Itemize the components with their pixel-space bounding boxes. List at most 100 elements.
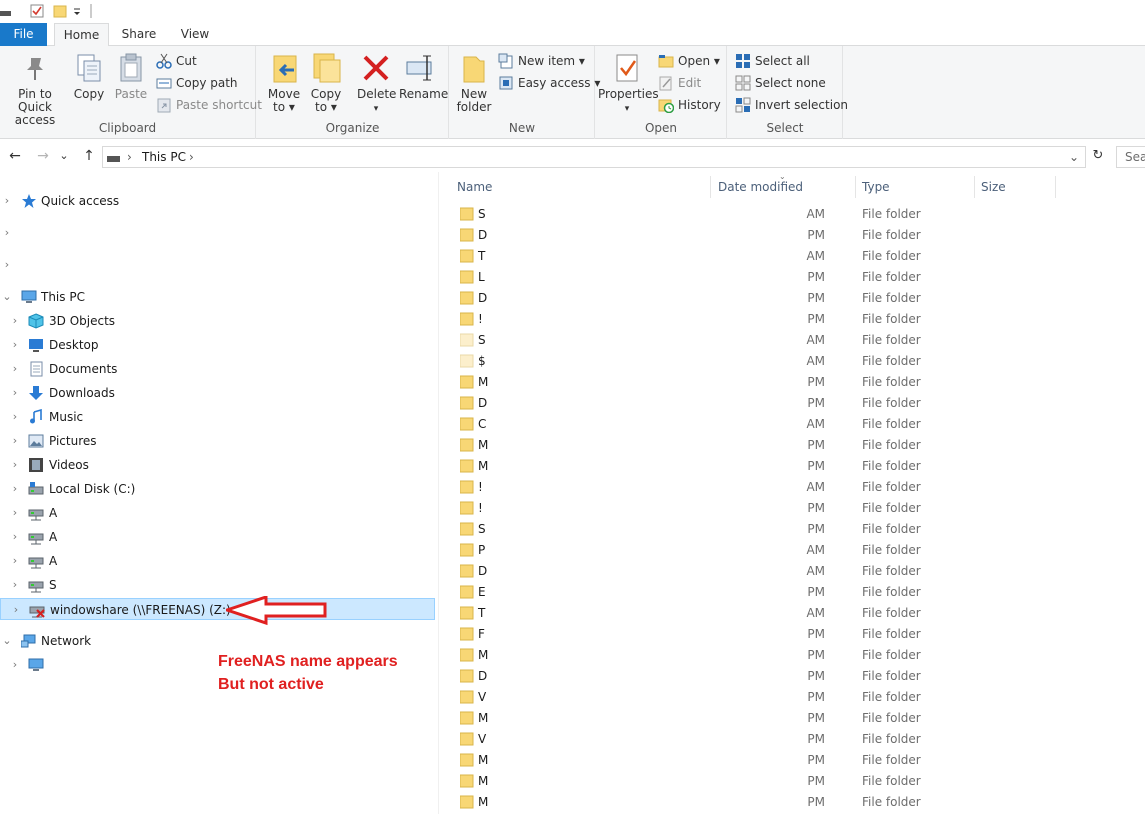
file-row[interactable]: $ AM File folder <box>439 351 1145 372</box>
file-row[interactable]: V PM File folder <box>439 687 1145 708</box>
paste-button[interactable]: Paste <box>112 52 150 101</box>
chevron-right-icon[interactable]: › <box>2 254 12 276</box>
nav-item[interactable]: › Videos <box>0 454 435 476</box>
file-row[interactable]: D AM File folder <box>439 561 1145 582</box>
cut-button[interactable]: Cut <box>156 51 197 71</box>
recent-locations-button[interactable]: ⌄ <box>58 146 70 166</box>
nav-network[interactable]: ⌄ Network <box>0 630 430 652</box>
nav-hidden-item[interactable]: › <box>0 222 430 244</box>
file-row[interactable]: D PM File folder <box>439 393 1145 414</box>
paste-shortcut-button[interactable]: Paste shortcut <box>156 95 262 115</box>
easy-access-button[interactable]: Easy access ▾ <box>498 73 600 93</box>
address-dropdown-button[interactable]: ⌄ <box>1069 147 1079 167</box>
delete-button[interactable]: Delete ▾ <box>357 52 396 116</box>
file-row[interactable]: M PM File folder <box>439 645 1145 666</box>
file-row[interactable]: M PM File folder <box>439 372 1145 393</box>
refresh-button[interactable]: ↻ <box>1088 146 1108 166</box>
copy-path-button[interactable]: Copy path <box>156 73 238 93</box>
nav-item[interactable]: › A <box>0 502 435 524</box>
address-bar[interactable]: › This PC › ⌄ <box>102 146 1086 168</box>
file-row[interactable]: ! PM File folder <box>439 498 1145 519</box>
breadcrumb-separator[interactable]: › <box>127 147 132 167</box>
back-button[interactable]: ← <box>5 146 25 166</box>
nav-item[interactable]: › Downloads <box>0 382 435 404</box>
customize-qa-icon[interactable] <box>72 4 82 21</box>
nav-item[interactable]: › Music <box>0 406 435 428</box>
file-row[interactable]: M PM File folder <box>439 750 1145 771</box>
tab-file[interactable]: File <box>0 23 47 46</box>
chevron-right-icon[interactable]: › <box>10 358 20 380</box>
file-row[interactable]: ! AM File folder <box>439 477 1145 498</box>
nav-item[interactable]: › A <box>0 526 435 548</box>
file-row[interactable]: C AM File folder <box>439 414 1145 435</box>
nav-item[interactable]: › Desktop <box>0 334 435 356</box>
chevron-down-icon[interactable]: ⌄ <box>2 630 12 652</box>
file-row[interactable]: V PM File folder <box>439 729 1145 750</box>
chevron-right-icon[interactable]: › <box>10 382 20 404</box>
breadcrumb-this-pc[interactable]: This PC <box>142 147 186 167</box>
file-row[interactable]: T AM File folder <box>439 246 1145 267</box>
file-row[interactable]: T AM File folder <box>439 603 1145 624</box>
file-row[interactable]: P AM File folder <box>439 540 1145 561</box>
file-row[interactable]: F PM File folder <box>439 624 1145 645</box>
invert-selection-button[interactable]: Invert selection <box>735 95 848 115</box>
file-row[interactable]: E PM File folder <box>439 582 1145 603</box>
properties-qa-icon[interactable] <box>30 4 44 21</box>
chevron-right-icon[interactable]: › <box>10 334 20 356</box>
chevron-right-icon[interactable]: › <box>2 222 12 244</box>
tab-view[interactable]: View <box>170 23 220 46</box>
nav-item[interactable]: › Local Disk (C:) <box>0 478 435 500</box>
file-row[interactable]: D PM File folder <box>439 225 1145 246</box>
nav-this-pc[interactable]: ⌄ This PC <box>0 286 430 308</box>
chevron-right-icon[interactable]: › <box>10 310 20 332</box>
open-button[interactable]: Open ▾ <box>658 51 720 71</box>
history-button[interactable]: History <box>658 95 721 115</box>
nav-item[interactable]: › A <box>0 550 435 572</box>
chevron-down-icon[interactable]: ⌄ <box>2 286 12 308</box>
select-none-button[interactable]: Select none <box>735 73 826 93</box>
move-to-button[interactable]: Move to ▾ <box>265 52 303 114</box>
nav-item[interactable]: › 3D Objects <box>0 310 435 332</box>
chevron-right-icon[interactable]: › <box>10 526 20 548</box>
chevron-right-icon[interactable]: › <box>10 502 20 524</box>
chevron-right-icon[interactable]: › <box>10 654 20 676</box>
column-header-type[interactable]: Type <box>856 176 975 198</box>
tab-home[interactable]: Home <box>54 23 109 47</box>
nav-item[interactable]: › Documents <box>0 358 435 380</box>
file-row[interactable]: M PM File folder <box>439 771 1145 792</box>
copy-button[interactable]: Copy <box>72 52 106 101</box>
copy-to-button[interactable]: Copy to ▾ <box>307 52 345 114</box>
file-row[interactable]: S PM File folder <box>439 519 1145 540</box>
chevron-right-icon[interactable]: › <box>2 190 12 212</box>
file-row[interactable]: L PM File folder <box>439 267 1145 288</box>
file-row[interactable]: M PM File folder <box>439 456 1145 477</box>
rename-button[interactable]: Rename <box>399 52 448 101</box>
chevron-right-icon[interactable]: › <box>10 454 20 476</box>
chevron-right-icon[interactable]: › <box>11 599 21 621</box>
up-button[interactable]: ↑ <box>79 146 99 166</box>
chevron-right-icon[interactable]: › <box>10 430 20 452</box>
nav-item[interactable]: › windowshare (\\FREENAS) (Z:) <box>0 598 435 620</box>
column-header-size[interactable]: Size <box>975 176 1056 198</box>
nav-item[interactable]: › S <box>0 574 435 596</box>
new-folder-button[interactable]: New folder <box>456 52 492 114</box>
nav-quick-access[interactable]: › Quick access <box>0 190 430 212</box>
file-row[interactable]: D PM File folder <box>439 666 1145 687</box>
file-row[interactable]: M PM File folder <box>439 435 1145 456</box>
edit-button[interactable]: Edit <box>658 73 701 93</box>
chevron-right-icon[interactable]: › <box>10 550 20 572</box>
search-input[interactable]: Search This PC <box>1116 146 1145 168</box>
breadcrumb-separator-end[interactable]: › <box>189 147 194 167</box>
file-row[interactable]: ! PM File folder <box>439 309 1145 330</box>
select-all-button[interactable]: Select all <box>735 51 810 71</box>
forward-button[interactable]: → <box>33 146 53 166</box>
file-row[interactable]: M PM File folder <box>439 708 1145 729</box>
file-row[interactable]: M PM File folder <box>439 792 1145 813</box>
chevron-right-icon[interactable]: › <box>10 406 20 428</box>
nav-item[interactable]: › Pictures <box>0 430 435 452</box>
new-folder-qa-icon[interactable] <box>53 4 67 21</box>
properties-button[interactable]: Properties ▾ <box>598 52 659 116</box>
file-row[interactable]: S AM File folder <box>439 330 1145 351</box>
file-row[interactable]: S AM File folder <box>439 204 1145 225</box>
file-row[interactable]: D PM File folder <box>439 288 1145 309</box>
